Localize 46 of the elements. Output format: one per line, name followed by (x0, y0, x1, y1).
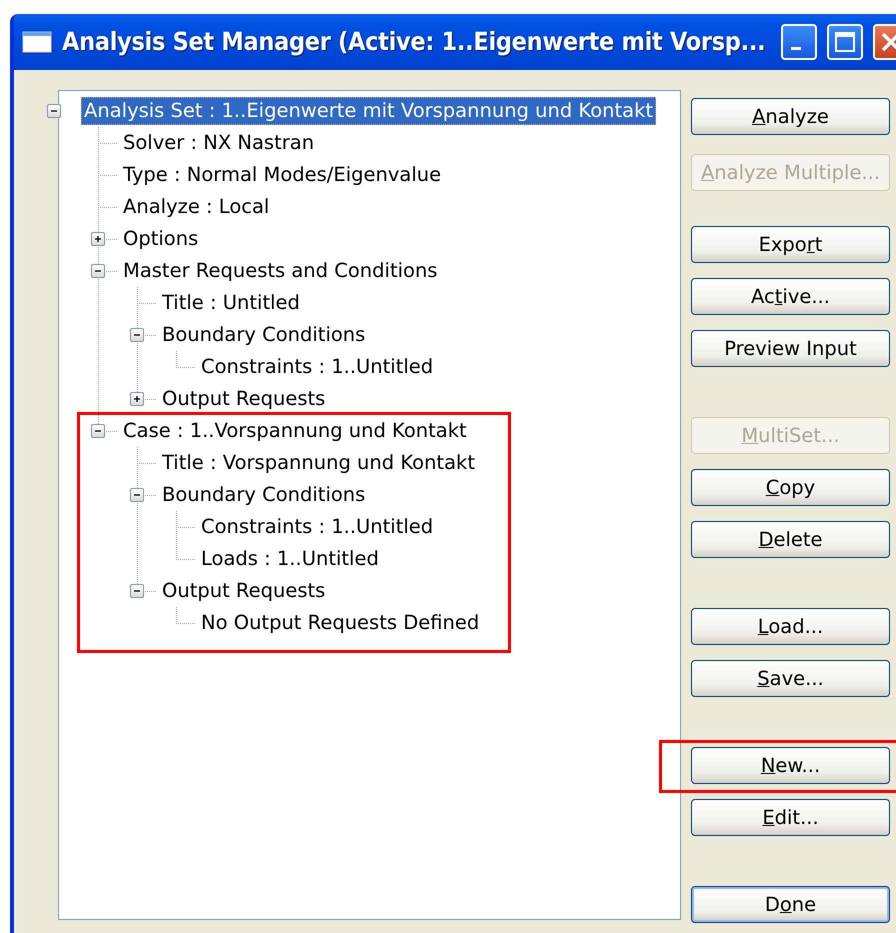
collapse-icon[interactable] (47, 104, 61, 118)
connector-line (176, 607, 196, 624)
dialog-button[interactable]: Edit... (691, 799, 890, 836)
expand-icon[interactable] (91, 232, 105, 246)
collapse-icon[interactable] (91, 264, 105, 278)
collapse-icon[interactable] (130, 584, 144, 598)
dialog-button[interactable]: Preview Input (691, 330, 890, 367)
tree-item[interactable]: Analysis Set : 1..Eigenwerte mit Vorspannung und Kontakt (81, 97, 656, 125)
tree-item[interactable]: Output Requests (159, 385, 328, 413)
expand-icon[interactable] (130, 392, 144, 406)
tree-item[interactable]: No Output Requests Defined (198, 609, 482, 637)
connector-line (98, 127, 118, 159)
dialog-button[interactable]: Save... (691, 660, 890, 697)
tree-item[interactable]: Master Requests and Conditions (120, 257, 440, 285)
tree-item[interactable]: Title : Untitled (159, 289, 303, 317)
tree-item[interactable]: Options (120, 225, 202, 253)
tree-item[interactable]: Constraints : 1..Untitled (198, 513, 436, 541)
tree-item[interactable]: Output Requests (159, 577, 328, 605)
tree-item[interactable]: Title : Vorspannung und Kontakt (159, 449, 478, 477)
connector-line (98, 191, 118, 223)
tree-item[interactable]: Solver : NX Nastran (120, 129, 318, 157)
dialog-button[interactable]: Done (691, 886, 890, 923)
minimize-icon (791, 47, 802, 50)
dialog-button[interactable]: Active... (691, 278, 890, 315)
dialog-button[interactable]: Export (691, 226, 890, 263)
tree-item[interactable]: Loads : 1..Untitled (198, 545, 382, 573)
window-title: Analysis Set Manager (Active: 1..Eigenwerte mit Vorsp... (62, 26, 766, 58)
minimize-button[interactable] (781, 24, 818, 60)
collapse-icon[interactable] (91, 424, 105, 438)
dialog-button[interactable]: Load... (691, 608, 890, 645)
tree-item[interactable]: Boundary Conditions (159, 481, 368, 509)
tree-item[interactable]: Type : Normal Modes/Eigenvalue (120, 161, 444, 189)
collapse-icon[interactable] (130, 328, 144, 342)
connector-line (98, 159, 118, 191)
dialog-button[interactable]: Delete (691, 521, 890, 558)
dialog-button[interactable]: New... (691, 747, 890, 784)
connector-line (176, 351, 196, 368)
dialog-button[interactable]: Analyze (691, 98, 890, 135)
tree-item[interactable]: Case : 1..Vorspannung und Kontakt (120, 417, 470, 445)
maximize-button[interactable] (827, 24, 864, 60)
tree-item[interactable]: Analyze : Local (120, 193, 272, 221)
tree-item[interactable]: Boundary Conditions (159, 321, 368, 349)
dialog-button[interactable]: Copy (691, 469, 890, 506)
collapse-icon[interactable] (130, 488, 144, 502)
tree-item[interactable]: Constraints : 1..Untitled (198, 353, 436, 381)
window-icon (22, 31, 52, 53)
